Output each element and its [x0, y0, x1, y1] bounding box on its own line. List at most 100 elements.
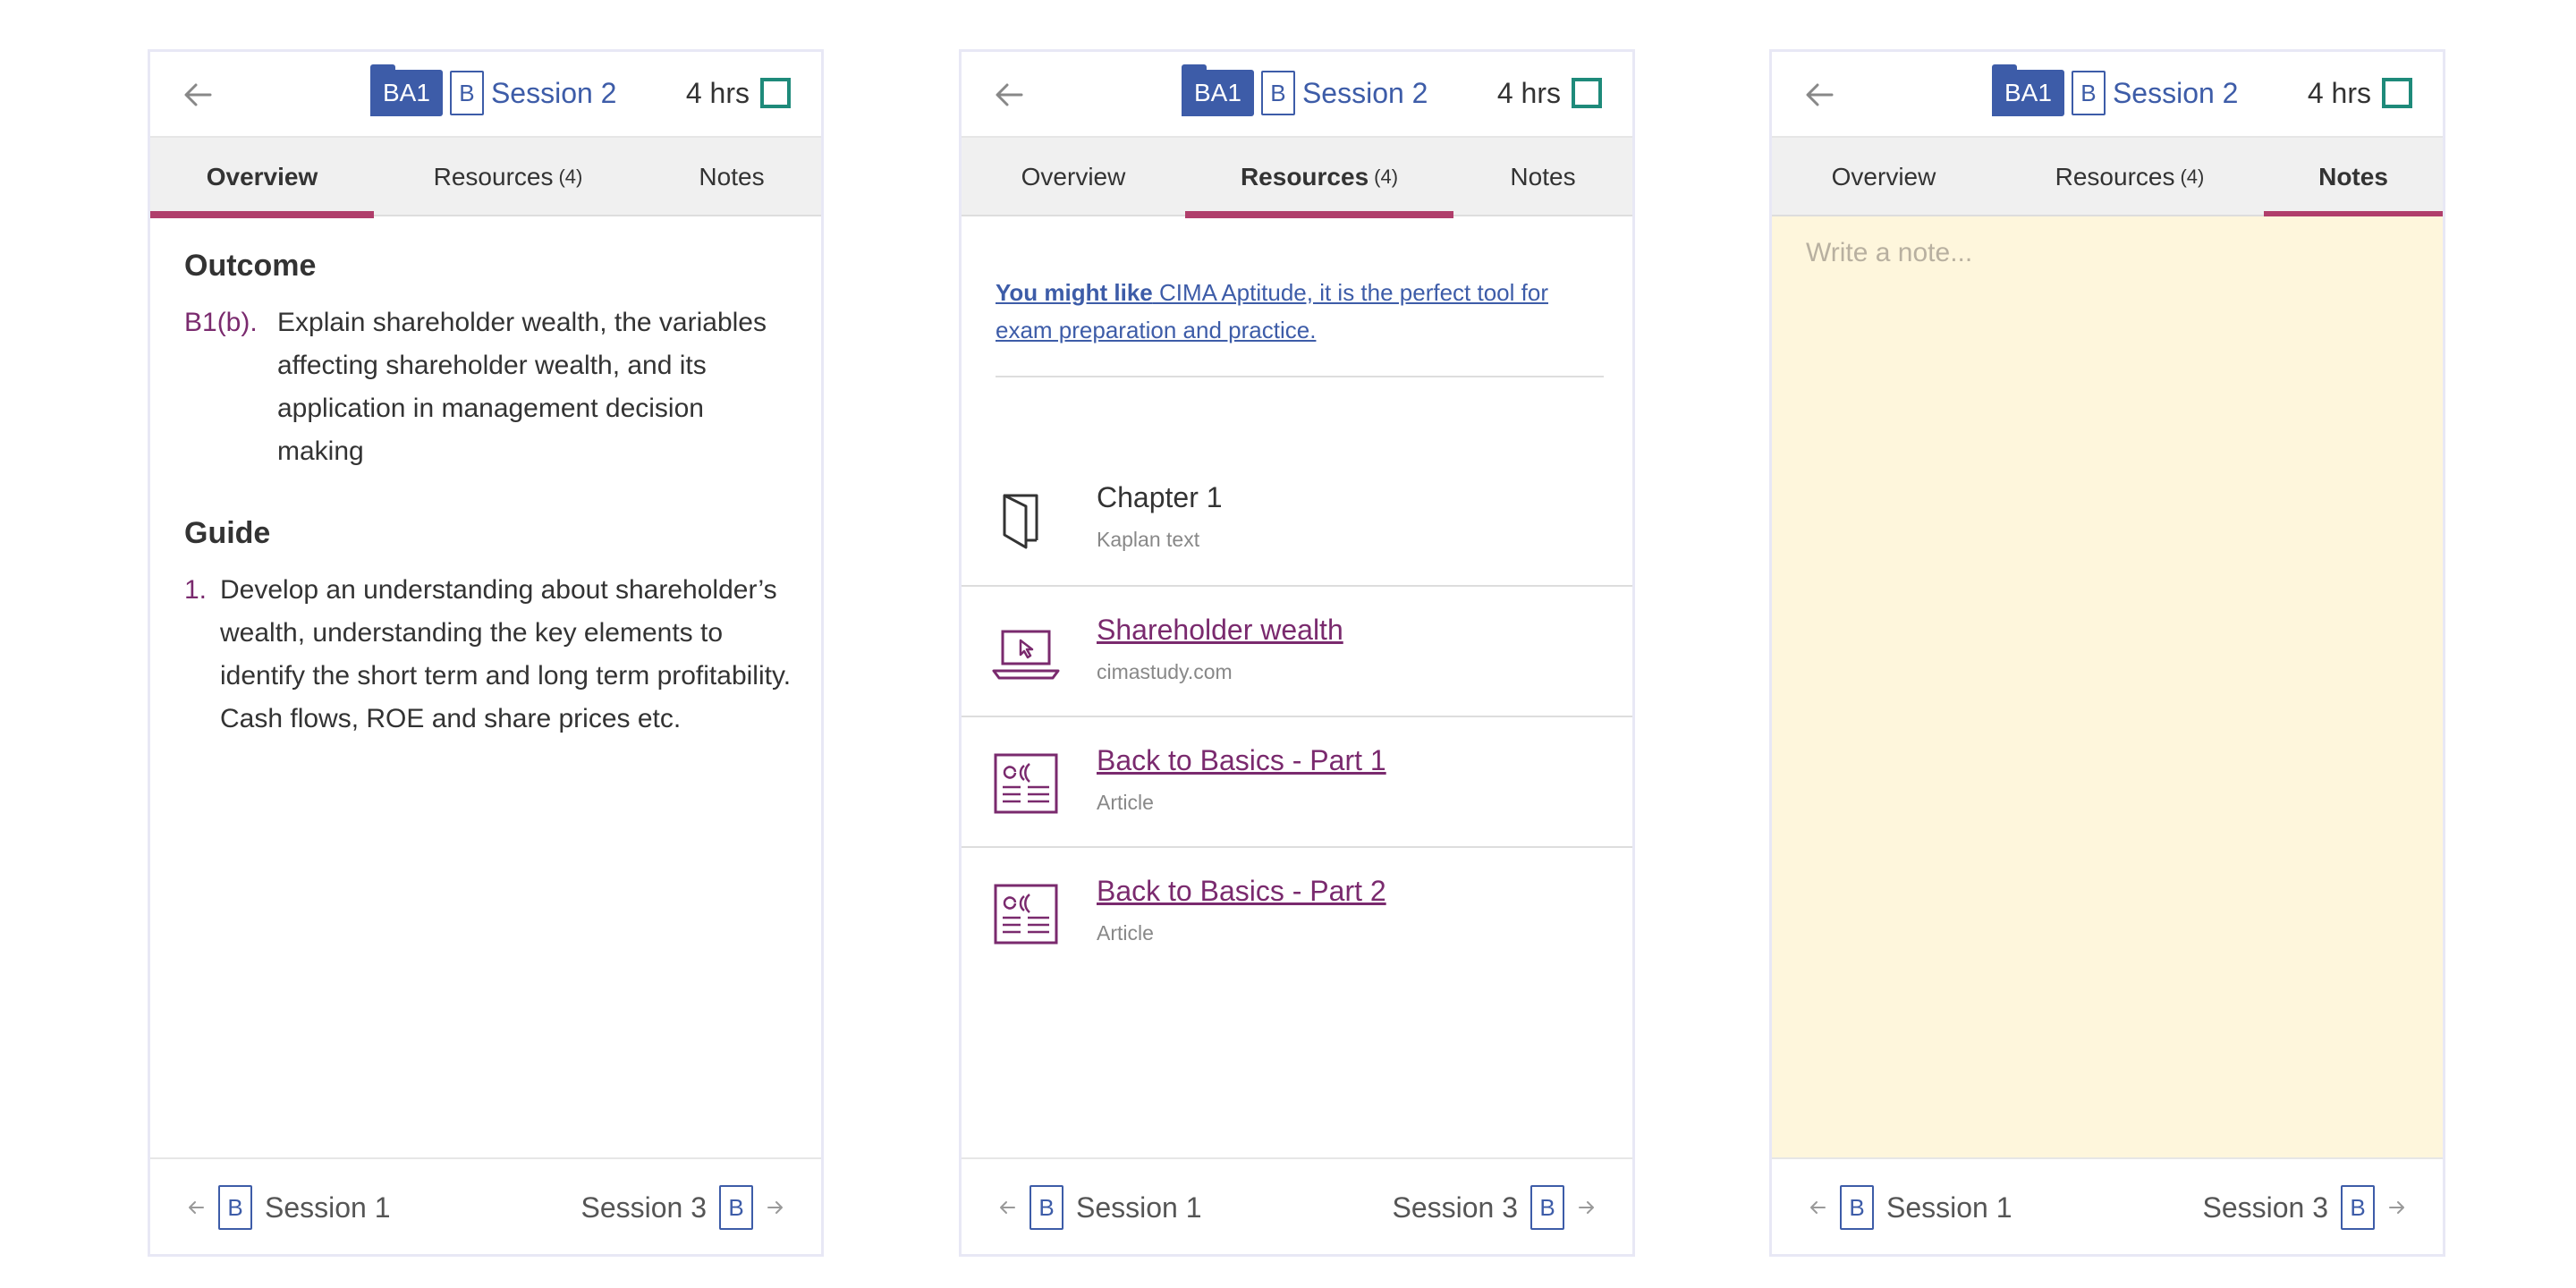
prev-session-label: Session 1 [265, 1191, 391, 1224]
hours-group: 4 hrs [686, 72, 791, 114]
session-header: BA1 B Session 2 4 hrs [150, 52, 821, 138]
complete-checkbox[interactable] [1572, 78, 1602, 108]
b-level-icon: B [1030, 1185, 1063, 1230]
tab-resources-label: Resources [1240, 163, 1369, 191]
complete-checkbox[interactable] [2382, 78, 2412, 108]
next-session-link[interactable]: Session 3 B [2202, 1182, 2407, 1233]
tab-notes-label: Notes [699, 163, 765, 191]
arrow-left-icon [189, 1201, 204, 1214]
tab-notes[interactable]: Notes [1453, 138, 1632, 216]
laptop-cursor-icon [992, 630, 1060, 680]
tab-notes[interactable]: Notes [2264, 138, 2443, 218]
outcome-heading: Outcome [184, 249, 317, 283]
prev-session-link[interactable]: B Session 1 [186, 1182, 391, 1233]
tab-notes-label: Notes [2318, 163, 2388, 191]
tab-overview-label: Overview [1831, 163, 1936, 191]
session-title-group: BA1 B Session 2 [370, 64, 617, 116]
tab-bar: Overview Resources (4) Notes [962, 138, 1632, 218]
tab-notes-label: Notes [1510, 163, 1576, 191]
resource-title: Back to Basics - Part 2 [1097, 875, 1386, 907]
tab-resources-count: (4) [1374, 165, 1399, 188]
resource-item[interactable]: Chapter 1 Kaplan text [962, 454, 1632, 585]
b-level-icon: B [449, 71, 484, 115]
subject-code-badge: BA1 [1182, 64, 1254, 116]
prev-session-link[interactable]: B Session 1 [997, 1182, 1202, 1233]
session-title-group: BA1 B Session 2 [1182, 64, 1428, 116]
prev-session-link[interactable]: B Session 1 [1808, 1182, 2012, 1233]
arrow-right-icon [2389, 1201, 2404, 1214]
back-arrow-icon[interactable] [180, 77, 216, 113]
tab-notes[interactable]: Notes [642, 138, 821, 216]
tab-resources[interactable]: Resources (4) [1185, 138, 1453, 218]
hours-group: 4 hrs [2308, 72, 2412, 114]
complete-checkbox[interactable] [760, 78, 791, 108]
session-panel-overview: BA1 B Session 2 4 hrs Overview Resources… [148, 49, 824, 1257]
resource-source: Kaplan text [1097, 528, 1200, 551]
next-session-label: Session 3 [2202, 1191, 2328, 1224]
b-level-icon: B [218, 1185, 252, 1230]
tab-overview[interactable]: Overview [962, 138, 1185, 216]
session-footer: B Session 1 Session 3 B [962, 1157, 1632, 1254]
tab-resources[interactable]: Resources (4) [374, 138, 642, 216]
session-header: BA1 B Session 2 4 hrs [962, 52, 1632, 138]
back-arrow-icon[interactable] [1801, 77, 1837, 113]
subject-code-badge: BA1 [370, 64, 443, 116]
session-title: Session 2 [1301, 76, 1428, 109]
arrow-left-icon [1000, 1201, 1015, 1214]
tab-overview[interactable]: Overview [150, 138, 374, 218]
promo-link[interactable]: You might like CIMA Aptitude, it is the … [996, 274, 1604, 349]
arrow-left-icon [1810, 1201, 1826, 1214]
tab-resources-label: Resources [433, 163, 554, 191]
resource-title: Chapter 1 [1097, 481, 1223, 513]
guide-item: 1. Develop an understanding about shareh… [184, 569, 792, 741]
tab-resources[interactable]: Resources (4) [1996, 138, 2264, 216]
next-session-label: Session 3 [580, 1191, 707, 1224]
b-level-icon: B [2341, 1185, 2375, 1230]
back-arrow-icon[interactable] [991, 77, 1027, 113]
hours-label: 4 hrs [2307, 76, 2371, 109]
divider [996, 376, 1604, 377]
tab-bar: Overview Resources (4) Notes [1772, 138, 2443, 218]
article-icon [994, 753, 1058, 814]
next-session-link[interactable]: Session 3 B [1392, 1182, 1597, 1233]
resource-source: Article [1097, 921, 1154, 945]
resource-item[interactable]: Back to Basics - Part 2 Article [962, 846, 1632, 977]
guide-text: Develop an understanding about sharehold… [220, 575, 792, 733]
arrow-right-icon [767, 1201, 783, 1214]
resource-item[interactable]: Back to Basics - Part 1 Article [962, 716, 1632, 846]
session-footer: B Session 1 Session 3 B [150, 1157, 821, 1254]
tab-overview[interactable]: Overview [1772, 138, 1996, 216]
next-session-label: Session 3 [1392, 1191, 1518, 1224]
session-footer: B Session 1 Session 3 B [1772, 1157, 2443, 1254]
guide-heading: Guide [184, 516, 271, 550]
tab-resources-label: Resources [2055, 163, 2175, 191]
prev-session-label: Session 1 [1886, 1191, 2012, 1224]
outcome-item: B1(b). Explain shareholder wealth, the v… [184, 301, 792, 473]
guide-number: 1. [184, 575, 208, 605]
outcome-text: Explain shareholder wealth, the variable… [277, 308, 767, 466]
resource-title: Back to Basics - Part 1 [1097, 744, 1386, 776]
b-level-icon: B [1260, 71, 1295, 115]
resource-source: Article [1097, 791, 1154, 814]
tab-overview-label: Overview [206, 163, 318, 191]
hours-label: 4 hrs [1496, 76, 1561, 109]
resource-source: cimastudy.com [1097, 660, 1233, 683]
session-title-group: BA1 B Session 2 [1992, 64, 2239, 116]
hours-label: 4 hrs [685, 76, 750, 109]
resource-item[interactable]: Shareholder wealth cimastudy.com [962, 585, 1632, 716]
next-session-link[interactable]: Session 3 B [580, 1182, 785, 1233]
hours-group: 4 hrs [1497, 72, 1602, 114]
b-level-icon: B [1530, 1185, 1564, 1230]
article-icon [994, 884, 1058, 945]
b-level-icon: B [719, 1185, 753, 1230]
tab-overview-label: Overview [1021, 163, 1126, 191]
resource-title: Shareholder wealth [1097, 614, 1343, 646]
outcome-code: B1(b). [184, 308, 258, 337]
subject-code-badge: BA1 [1992, 64, 2064, 116]
note-input[interactable] [1772, 216, 2443, 1160]
tab-resources-count: (4) [558, 165, 583, 188]
session-title: Session 2 [490, 76, 617, 109]
session-title: Session 2 [2112, 76, 2239, 109]
prev-session-label: Session 1 [1076, 1191, 1202, 1224]
session-panel-resources: BA1 B Session 2 4 hrs Overview Resources… [959, 49, 1635, 1257]
